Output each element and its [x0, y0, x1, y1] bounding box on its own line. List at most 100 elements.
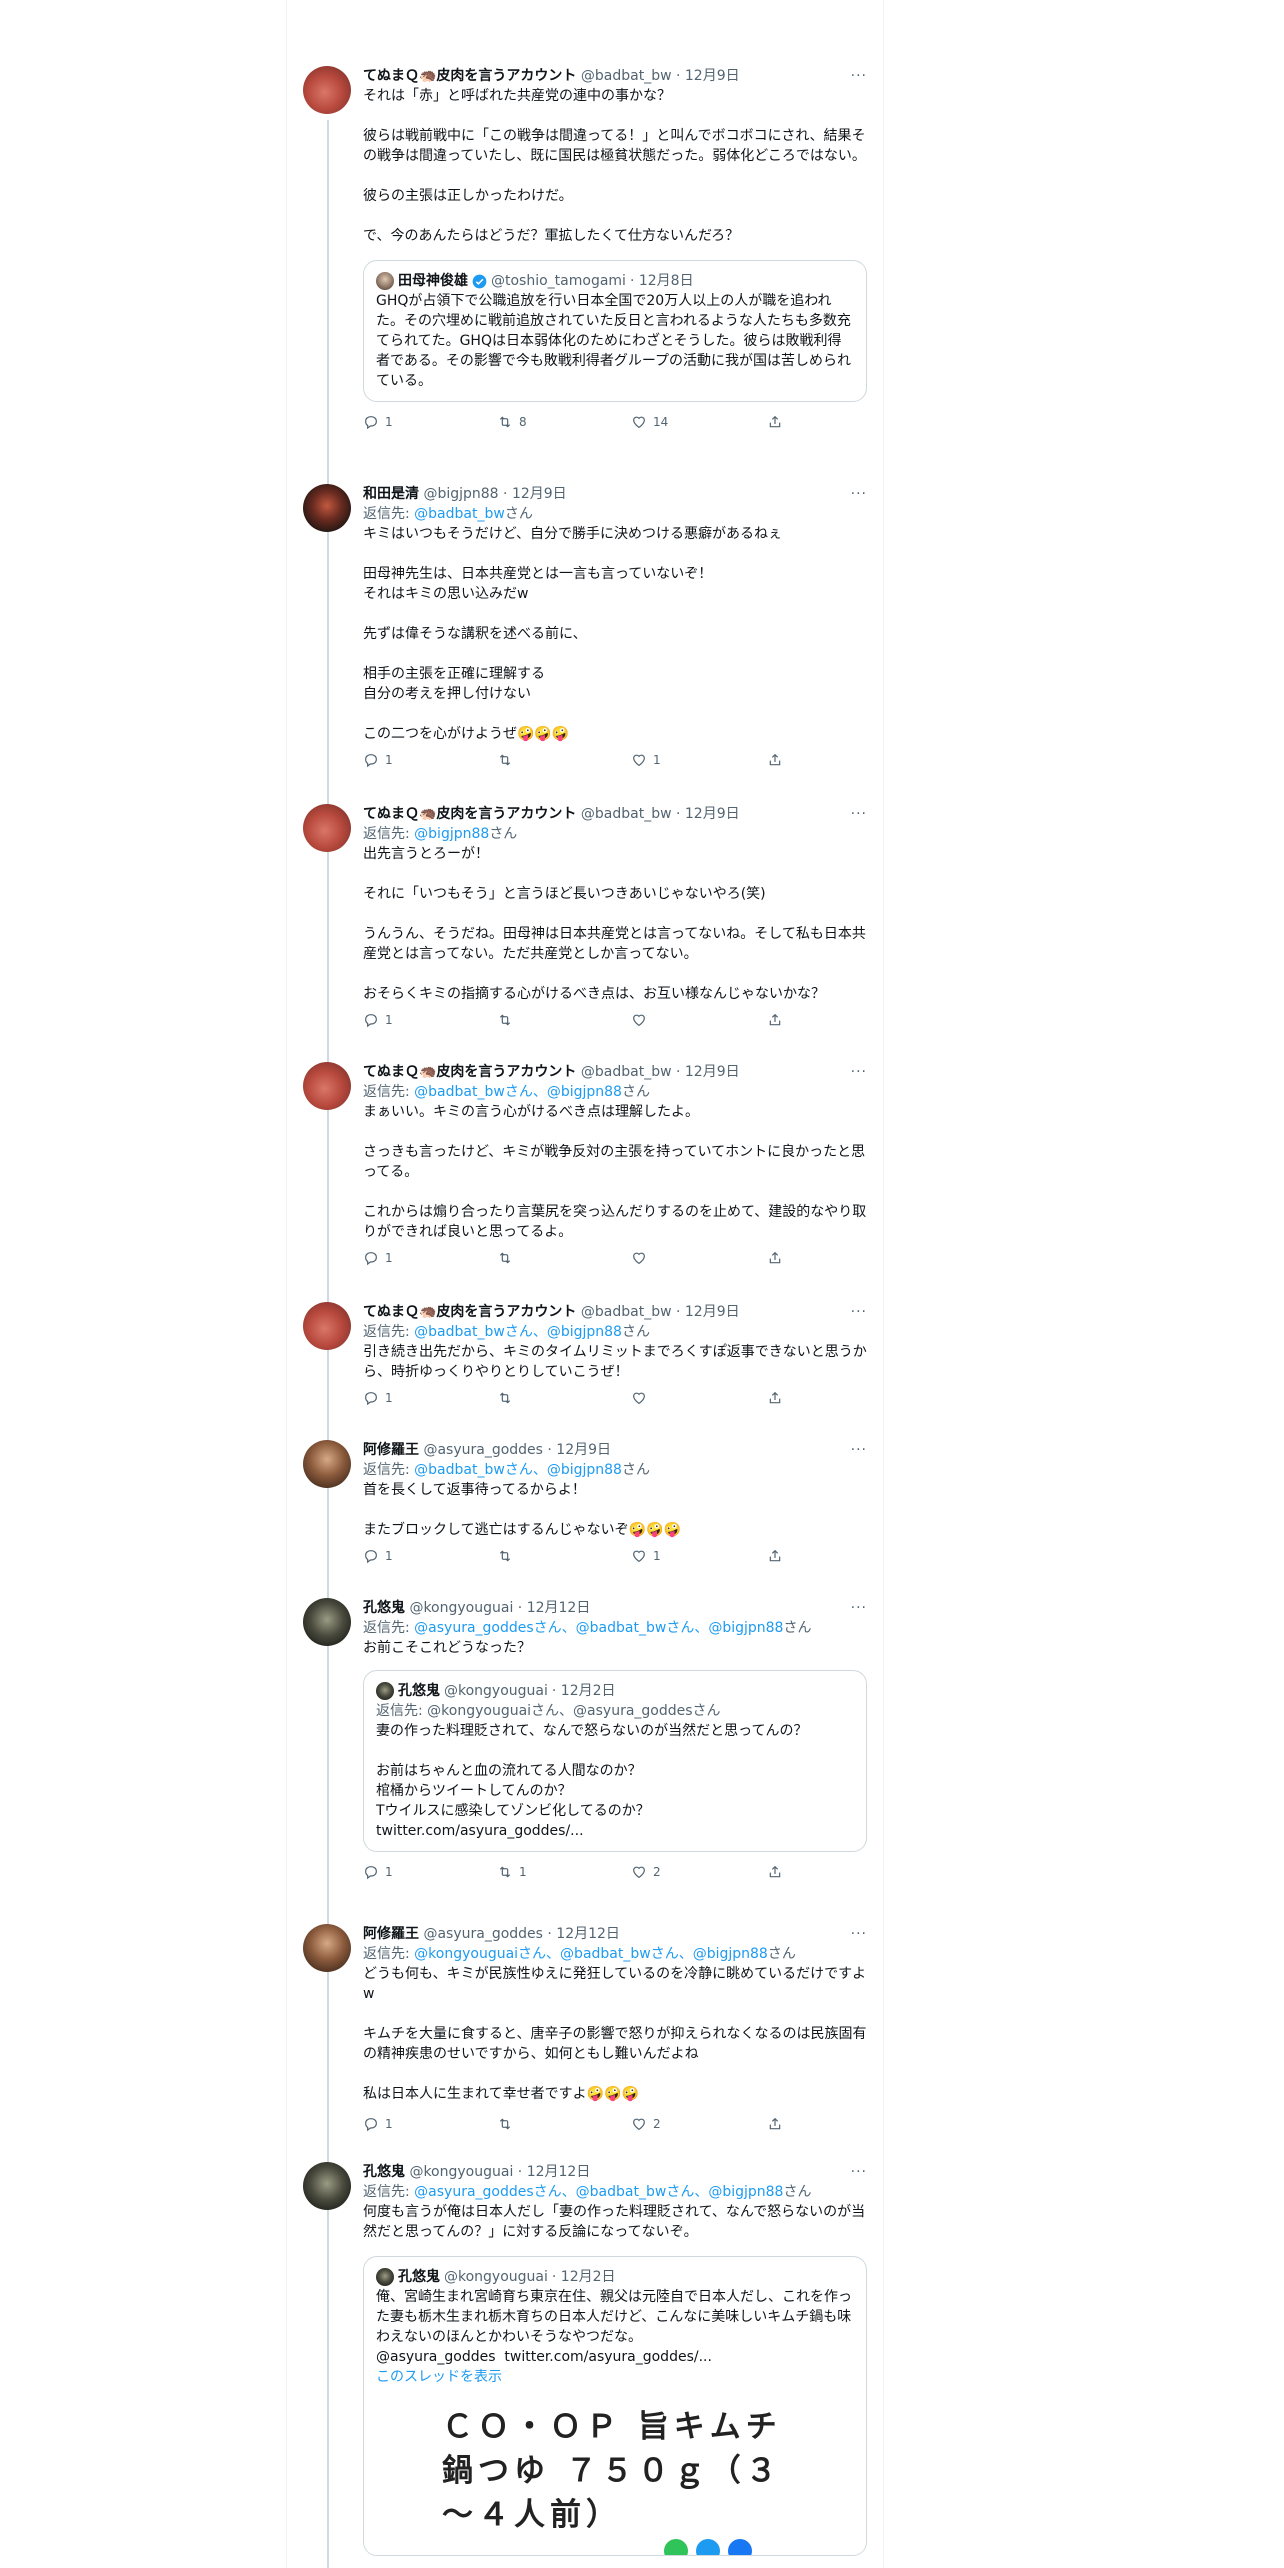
- quote-handle: @kongyouguai: [444, 1683, 548, 1699]
- reply-count: 1: [385, 415, 393, 429]
- avatar[interactable]: [303, 1062, 351, 1110]
- reply-to-mentions[interactable]: @badbat_bwさん、@bigjpn88: [414, 1462, 622, 1478]
- retweet-button[interactable]: [497, 1390, 519, 1406]
- quote-tweet[interactable]: 田母神俊雄 @toshio_tamogami · 12月8日 GHQが占領下で公…: [363, 260, 867, 402]
- more-icon[interactable]: ···: [851, 804, 867, 824]
- retweet-button[interactable]: [497, 752, 519, 768]
- display-name[interactable]: てぬまＱ🦔皮肉を言うアカウント: [363, 1304, 576, 1320]
- user-handle[interactable]: @bigjpn88: [423, 486, 498, 502]
- reply-to-mentions[interactable]: @asyura_goddesさん、@badbat_bwさん、@bigjpn88: [414, 1620, 783, 1636]
- user-handle[interactable]: @asyura_goddes: [423, 1926, 543, 1942]
- share-button[interactable]: [767, 2116, 783, 2132]
- reply-to-mentions[interactable]: @bigjpn88: [414, 826, 489, 842]
- retweet-button[interactable]: [497, 1012, 519, 1028]
- more-icon[interactable]: ···: [851, 484, 867, 504]
- avatar[interactable]: [303, 66, 351, 114]
- like-button[interactable]: [631, 1012, 653, 1028]
- reply-to-mentions[interactable]: @badbat_bwさん、@bigjpn88: [414, 1084, 622, 1100]
- tweet-date[interactable]: · 12月9日: [676, 1064, 740, 1080]
- share-button[interactable]: [767, 1012, 783, 1028]
- avatar[interactable]: [303, 1598, 351, 1646]
- like-button[interactable]: 1: [631, 752, 661, 768]
- more-icon[interactable]: ···: [851, 66, 867, 86]
- display-name[interactable]: てぬまＱ🦔皮肉を言うアカウント: [363, 806, 576, 822]
- reply-to-suffix: さん: [621, 1324, 650, 1340]
- display-name[interactable]: 和田是清: [363, 486, 419, 502]
- tweet-header: 和田是清 @bigjpn88 · 12月9日 ···: [363, 484, 867, 504]
- tweet-date[interactable]: · 12月12日: [518, 2164, 591, 2180]
- display-name[interactable]: 阿修羅王: [363, 1926, 419, 1942]
- retweet-button[interactable]: [497, 2116, 519, 2132]
- display-name[interactable]: てぬまＱ🦔皮肉を言うアカウント: [363, 1064, 576, 1080]
- more-icon[interactable]: ···: [851, 1062, 867, 1082]
- reply-to-mentions[interactable]: @badbat_bwさん、@bigjpn88: [414, 1324, 622, 1340]
- like-button[interactable]: 1: [631, 1548, 661, 1564]
- avatar[interactable]: [303, 1440, 351, 1488]
- more-icon[interactable]: ···: [851, 1598, 867, 1618]
- more-icon[interactable]: ···: [851, 1440, 867, 1460]
- tweet-date[interactable]: · 12月9日: [547, 1442, 611, 1458]
- reply-to-mentions[interactable]: @badbat_bw: [414, 506, 505, 522]
- tweet-date[interactable]: · 12月9日: [503, 486, 567, 502]
- reply-to-line: 返信先: @asyura_goddesさん、@badbat_bwさん、@bigj…: [363, 1618, 867, 1638]
- like-button[interactable]: [631, 1390, 653, 1406]
- avatar[interactable]: [303, 804, 351, 852]
- more-icon[interactable]: ···: [851, 2162, 867, 2182]
- reply-button[interactable]: 1: [363, 414, 393, 430]
- reply-to-mentions[interactable]: @asyura_goddesさん、@badbat_bwさん、@bigjpn88: [414, 2184, 783, 2200]
- avatar[interactable]: [303, 1302, 351, 1350]
- reply-button[interactable]: 1: [363, 2116, 393, 2132]
- share-button[interactable]: [767, 1390, 783, 1406]
- tweet-date[interactable]: · 12月12日: [547, 1926, 620, 1942]
- quote-image[interactable]: ＣＯ・ＯＰ 旨キムチ鍋つゆ ７５０ｇ（３～４人前）: [364, 2405, 866, 2555]
- retweet-icon: [499, 754, 511, 766]
- user-handle[interactable]: @badbat_bw: [581, 1064, 672, 1080]
- avatar[interactable]: [303, 2162, 351, 2210]
- retweet-button[interactable]: 1: [497, 1864, 527, 1880]
- retweet-button[interactable]: [497, 1250, 519, 1266]
- like-button[interactable]: 2: [631, 1864, 661, 1880]
- user-handle[interactable]: @badbat_bw: [581, 68, 672, 84]
- more-icon[interactable]: ···: [851, 1302, 867, 1322]
- tweet-date[interactable]: · 12月9日: [676, 1304, 740, 1320]
- avatar[interactable]: [303, 1924, 351, 1972]
- share-button[interactable]: [767, 414, 783, 430]
- reply-to-mentions[interactable]: @kongyouguaiさん、@badbat_bwさん、@bigjpn88: [414, 1946, 768, 1962]
- avatar[interactable]: [303, 484, 351, 532]
- user-handle[interactable]: @kongyouguai: [409, 1600, 513, 1616]
- like-button[interactable]: 14: [631, 414, 668, 430]
- reply-button[interactable]: 1: [363, 752, 393, 768]
- reply-button[interactable]: 1: [363, 1864, 393, 1880]
- share-button[interactable]: [767, 752, 783, 768]
- quote-tweet[interactable]: 孔悠鬼 @kongyouguai · 12月2日 俺、宮崎生まれ宮崎育ち東京在住…: [363, 2256, 867, 2556]
- share-button[interactable]: [767, 1864, 783, 1880]
- display-name[interactable]: 阿修羅王: [363, 1442, 419, 1458]
- user-handle[interactable]: @kongyouguai: [409, 2164, 513, 2180]
- more-icon[interactable]: ···: [851, 1924, 867, 1944]
- retweet-button[interactable]: [497, 1548, 519, 1564]
- quote-tweet[interactable]: 孔悠鬼 @kongyouguai · 12月2日 返信先: @kongyougu…: [363, 1670, 867, 1852]
- user-handle[interactable]: @badbat_bw: [581, 806, 672, 822]
- user-handle[interactable]: @badbat_bw: [581, 1304, 672, 1320]
- share-button[interactable]: [767, 1548, 783, 1564]
- display-name[interactable]: 孔悠鬼: [363, 2164, 405, 2180]
- reply-button[interactable]: 1: [363, 1250, 393, 1266]
- show-thread-link[interactable]: このスレッドを表示: [376, 2367, 854, 2387]
- timeline-column: てぬまＱ🦔皮肉を言うアカウント @badbat_bw · 12月9日 ··· そ…: [286, 0, 884, 2568]
- retweet-icon: [499, 416, 511, 428]
- display-name[interactable]: 孔悠鬼: [363, 1600, 405, 1616]
- share-button[interactable]: [767, 1250, 783, 1266]
- tweet-date[interactable]: · 12月9日: [676, 806, 740, 822]
- like-button[interactable]: [631, 1250, 653, 1266]
- display-name[interactable]: てぬまＱ🦔皮肉を言うアカウント: [363, 68, 576, 84]
- user-handle[interactable]: @asyura_goddes: [423, 1442, 543, 1458]
- reply-to-prefix: 返信先:: [363, 826, 415, 842]
- reply-button[interactable]: 1: [363, 1012, 393, 1028]
- like-button[interactable]: 2: [631, 2116, 661, 2132]
- reply-count: 1: [385, 1013, 393, 1027]
- reply-button[interactable]: 1: [363, 1548, 393, 1564]
- retweet-button[interactable]: 8: [497, 414, 527, 430]
- tweet-date[interactable]: · 12月9日: [676, 68, 740, 84]
- tweet-date[interactable]: · 12月12日: [518, 1600, 591, 1616]
- reply-button[interactable]: 1: [363, 1390, 393, 1406]
